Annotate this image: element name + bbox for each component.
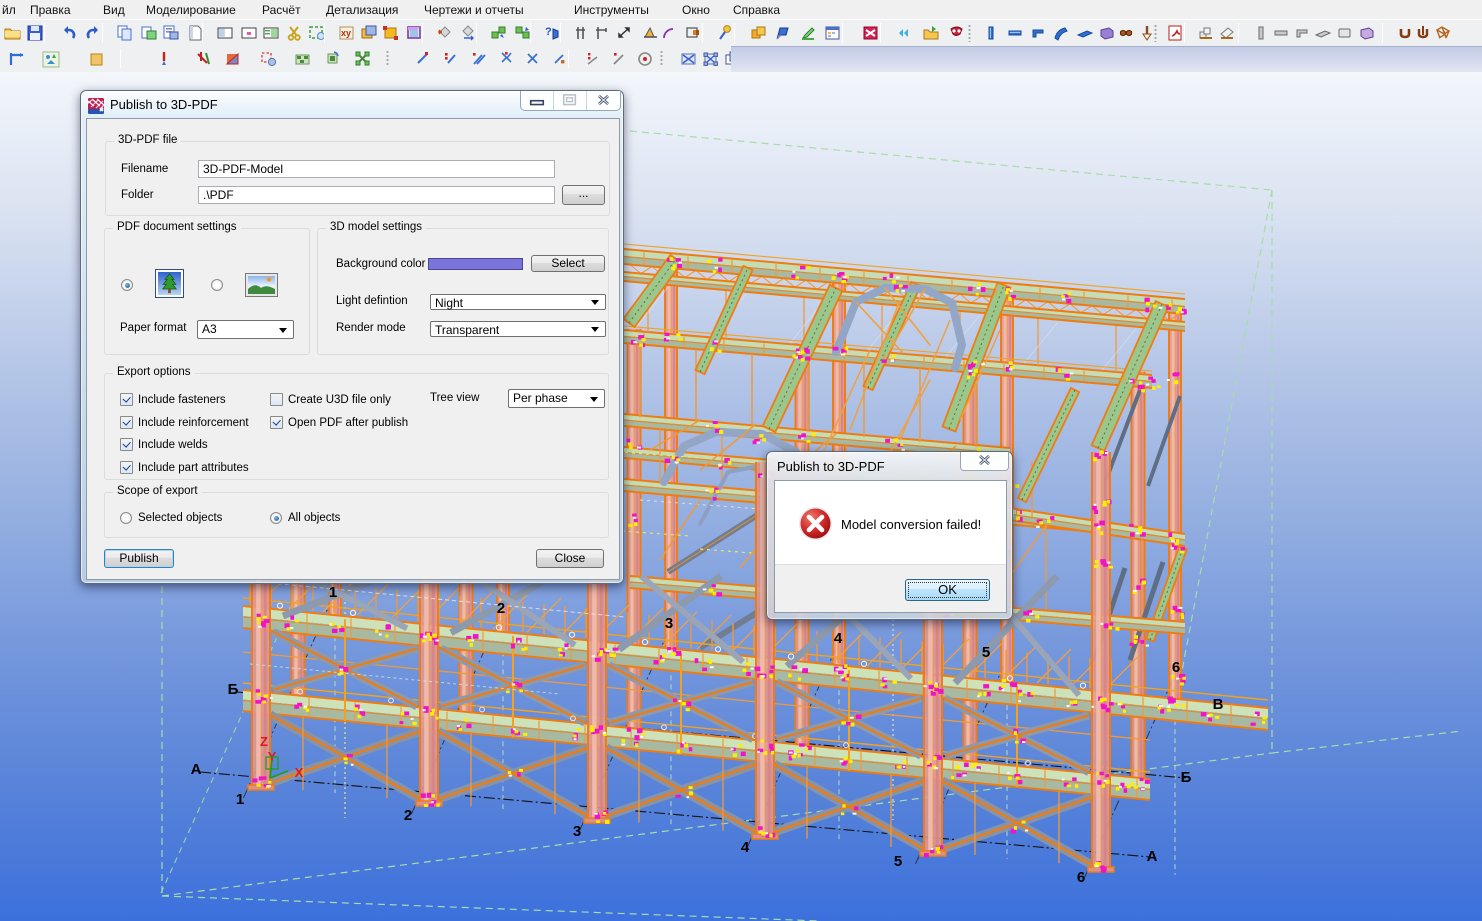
svg-text:2: 2: [497, 600, 505, 617]
svg-text:X: X: [295, 765, 304, 780]
svg-text:6: 6: [1077, 869, 1085, 886]
svg-text:4: 4: [741, 839, 750, 856]
svg-text:А: А: [191, 761, 202, 778]
svg-text:6: 6: [1172, 659, 1180, 676]
svg-text:Б: Б: [228, 681, 239, 698]
svg-text:5: 5: [982, 644, 990, 661]
svg-text:Б: Б: [1181, 769, 1192, 786]
svg-text:3: 3: [665, 615, 673, 632]
svg-text:А: А: [1147, 848, 1158, 865]
svg-text:1: 1: [236, 791, 244, 808]
svg-text:1: 1: [329, 584, 337, 601]
svg-text:xy: xy: [341, 28, 351, 38]
svg-text:4: 4: [834, 630, 843, 647]
svg-text:Z: Z: [260, 734, 268, 749]
svg-text:В: В: [1213, 696, 1224, 713]
svg-text:3: 3: [573, 823, 581, 840]
svg-text:2: 2: [404, 807, 412, 824]
svg-text:?: ?: [545, 26, 552, 38]
svg-text:5: 5: [894, 853, 902, 870]
